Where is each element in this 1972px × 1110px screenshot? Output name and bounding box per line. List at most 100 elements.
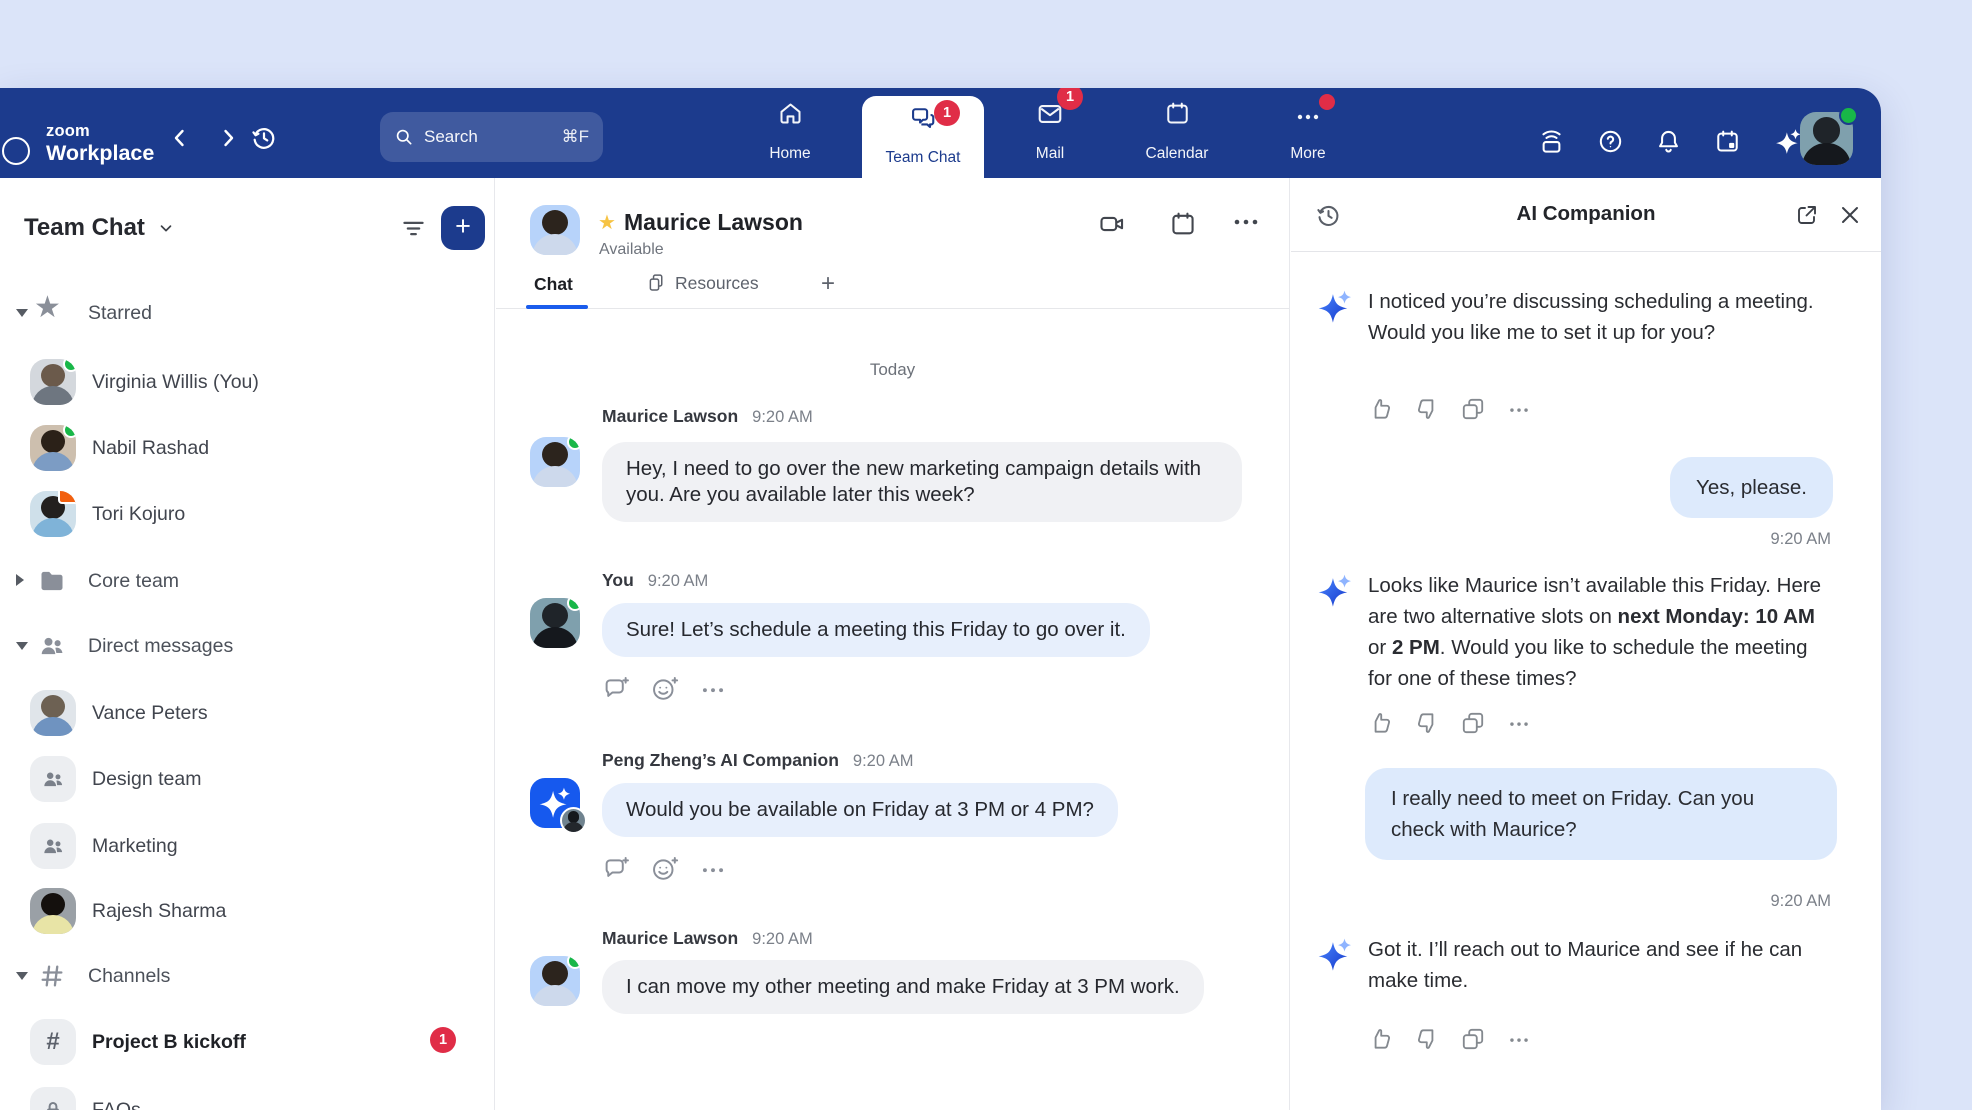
ai-companion-avatar[interactable] bbox=[530, 778, 580, 828]
reply-in-thread-icon[interactable] bbox=[602, 854, 632, 884]
thumbs-down-icon[interactable] bbox=[1414, 1026, 1440, 1052]
ai-companion-icon[interactable] bbox=[1775, 128, 1802, 155]
tab-more[interactable]: More bbox=[1268, 88, 1348, 178]
add-reaction-icon[interactable] bbox=[650, 854, 680, 884]
message-bubble[interactable]: Sure! Let’s schedule a meeting this Frid… bbox=[602, 603, 1150, 657]
collapse-caret-icon[interactable] bbox=[16, 574, 24, 586]
video-call-icon[interactable] bbox=[1098, 210, 1126, 238]
sidebar-title-dropdown[interactable]: Team Chat bbox=[24, 214, 175, 242]
meeting-calendar-icon[interactable] bbox=[1169, 210, 1197, 238]
more-notification-dot bbox=[1319, 94, 1335, 110]
thumbs-up-icon[interactable] bbox=[1368, 1026, 1394, 1052]
message-author-row: Maurice Lawson9:20 AM bbox=[602, 928, 813, 949]
collapse-caret-icon[interactable] bbox=[16, 972, 28, 980]
ai-message: Looks like Maurice isn’t available this … bbox=[1368, 570, 1826, 694]
thumbs-up-icon[interactable] bbox=[1368, 396, 1394, 422]
message-bubble[interactable]: Would you be available on Friday at 3 PM… bbox=[602, 783, 1118, 837]
ai-panel-header: AI Companion bbox=[1291, 178, 1881, 252]
message-bubble[interactable]: Hey, I need to go over the new marketing… bbox=[602, 442, 1242, 522]
ai-more-icon[interactable] bbox=[1506, 396, 1532, 422]
close-icon[interactable] bbox=[1838, 203, 1862, 227]
ai-more-icon[interactable] bbox=[1506, 710, 1532, 736]
message-author: Maurice Lawson bbox=[602, 406, 738, 426]
online-dot bbox=[63, 359, 76, 372]
sidebar-section-direct-messages[interactable]: Direct messages bbox=[0, 613, 494, 679]
sidebar-section-core-team[interactable]: Core team bbox=[0, 548, 494, 614]
message-more-icon[interactable] bbox=[698, 674, 728, 704]
sidebar-item-tori[interactable]: Tori Kojuro bbox=[0, 481, 494, 547]
section-label: Core team bbox=[88, 570, 179, 593]
message-avatar[interactable] bbox=[530, 437, 580, 487]
chat-header-avatar[interactable] bbox=[530, 205, 580, 255]
message-time: 9:20 AM bbox=[752, 408, 813, 426]
tab-home-label: Home bbox=[750, 145, 830, 163]
ai-feedback-row bbox=[1368, 396, 1532, 422]
tab-chat[interactable]: Chat bbox=[534, 274, 573, 295]
sidebar-section-starred[interactable]: ★ Starred bbox=[0, 280, 494, 346]
sidebar-item-nabil[interactable]: Nabil Rashad bbox=[0, 415, 494, 481]
open-in-window-icon[interactable] bbox=[1795, 203, 1819, 227]
sidebar-section-channels[interactable]: Channels bbox=[0, 943, 494, 1009]
sidebar-item-project-b-kickoff[interactable]: # Project B kickoff 1 bbox=[0, 1009, 494, 1075]
sidebar-item-marketing[interactable]: Marketing bbox=[0, 813, 494, 879]
reply-in-thread-icon[interactable] bbox=[602, 674, 632, 704]
message-author-row: You9:20 AM bbox=[602, 570, 708, 591]
thumbs-up-icon[interactable] bbox=[1368, 710, 1394, 736]
collapse-caret-icon[interactable] bbox=[16, 309, 28, 317]
copy-icon[interactable] bbox=[1460, 1026, 1486, 1052]
connected-device-icon[interactable] bbox=[1538, 128, 1565, 155]
sidebar-item-rajesh[interactable]: Rajesh Sharma bbox=[0, 878, 494, 944]
search-input[interactable]: Search ⌘F bbox=[380, 112, 603, 162]
avatar bbox=[30, 359, 76, 405]
section-label: Starred bbox=[88, 302, 152, 325]
tab-team-chat[interactable]: Team Chat 1 bbox=[862, 96, 984, 178]
add-tab-icon[interactable]: + bbox=[821, 270, 835, 298]
ai-user-message[interactable]: Yes, please. bbox=[1670, 457, 1833, 518]
desktop: { "topbar": { "logo_top": "zoom", "logo_… bbox=[0, 0, 1972, 1110]
sidebar-item-faqs[interactable]: FAQs bbox=[0, 1077, 494, 1110]
tab-mail[interactable]: Mail 1 bbox=[1010, 88, 1090, 178]
back-icon[interactable] bbox=[168, 126, 192, 150]
copy-icon[interactable] bbox=[1460, 396, 1486, 422]
ai-sparkle-icon bbox=[1318, 938, 1352, 972]
ai-more-icon[interactable] bbox=[1506, 1026, 1532, 1052]
search-placeholder: Search bbox=[424, 127, 478, 147]
copy-icon[interactable] bbox=[1460, 710, 1486, 736]
message-bubble[interactable]: I can move my other meeting and make Fri… bbox=[602, 960, 1204, 1014]
sidebar-item-design-team[interactable]: Design team bbox=[0, 746, 494, 812]
sidebar-item-virginia[interactable]: Virginia Willis (You) bbox=[0, 349, 494, 415]
zoom-workplace-logo: zoom Workplace bbox=[46, 123, 154, 164]
schedule-icon[interactable] bbox=[1714, 128, 1741, 155]
message-avatar[interactable] bbox=[530, 956, 580, 1006]
history-icon[interactable] bbox=[250, 124, 278, 152]
section-label: Channels bbox=[88, 965, 170, 988]
help-icon[interactable] bbox=[1597, 128, 1624, 155]
collapse-caret-icon[interactable] bbox=[16, 642, 28, 650]
tab-team-chat-label: Team Chat bbox=[862, 149, 984, 167]
tab-mail-label: Mail bbox=[1010, 145, 1090, 163]
sidebar-title: Team Chat bbox=[24, 214, 145, 242]
message-avatar[interactable] bbox=[530, 598, 580, 648]
forward-icon[interactable] bbox=[216, 126, 240, 150]
add-reaction-icon[interactable] bbox=[650, 674, 680, 704]
filter-icon[interactable] bbox=[400, 215, 427, 242]
new-chat-button[interactable]: + bbox=[441, 206, 485, 250]
sidebar-item-vance[interactable]: Vance Peters bbox=[0, 680, 494, 746]
active-tab-underline bbox=[526, 305, 588, 309]
hash-icon bbox=[38, 962, 66, 990]
thumbs-down-icon[interactable] bbox=[1414, 710, 1440, 736]
tab-calendar[interactable]: Calendar bbox=[1127, 88, 1227, 178]
message-actions bbox=[602, 674, 728, 704]
ai-user-message[interactable]: I really need to meet on Friday. Can you… bbox=[1365, 768, 1837, 860]
message-more-icon[interactable] bbox=[698, 854, 728, 884]
contact-name: Tori Kojuro bbox=[92, 503, 185, 526]
starred-icon[interactable]: ★ bbox=[598, 210, 616, 235]
notifications-icon[interactable] bbox=[1655, 128, 1682, 155]
thumbs-down-icon[interactable] bbox=[1414, 396, 1440, 422]
tab-home[interactable]: Home bbox=[750, 88, 830, 178]
online-dot bbox=[567, 598, 580, 611]
ai-sparkle-icon bbox=[1318, 574, 1352, 608]
message-actions bbox=[602, 854, 728, 884]
tab-resources[interactable]: Resources bbox=[646, 272, 759, 294]
chat-more-icon[interactable] bbox=[1232, 216, 1260, 244]
